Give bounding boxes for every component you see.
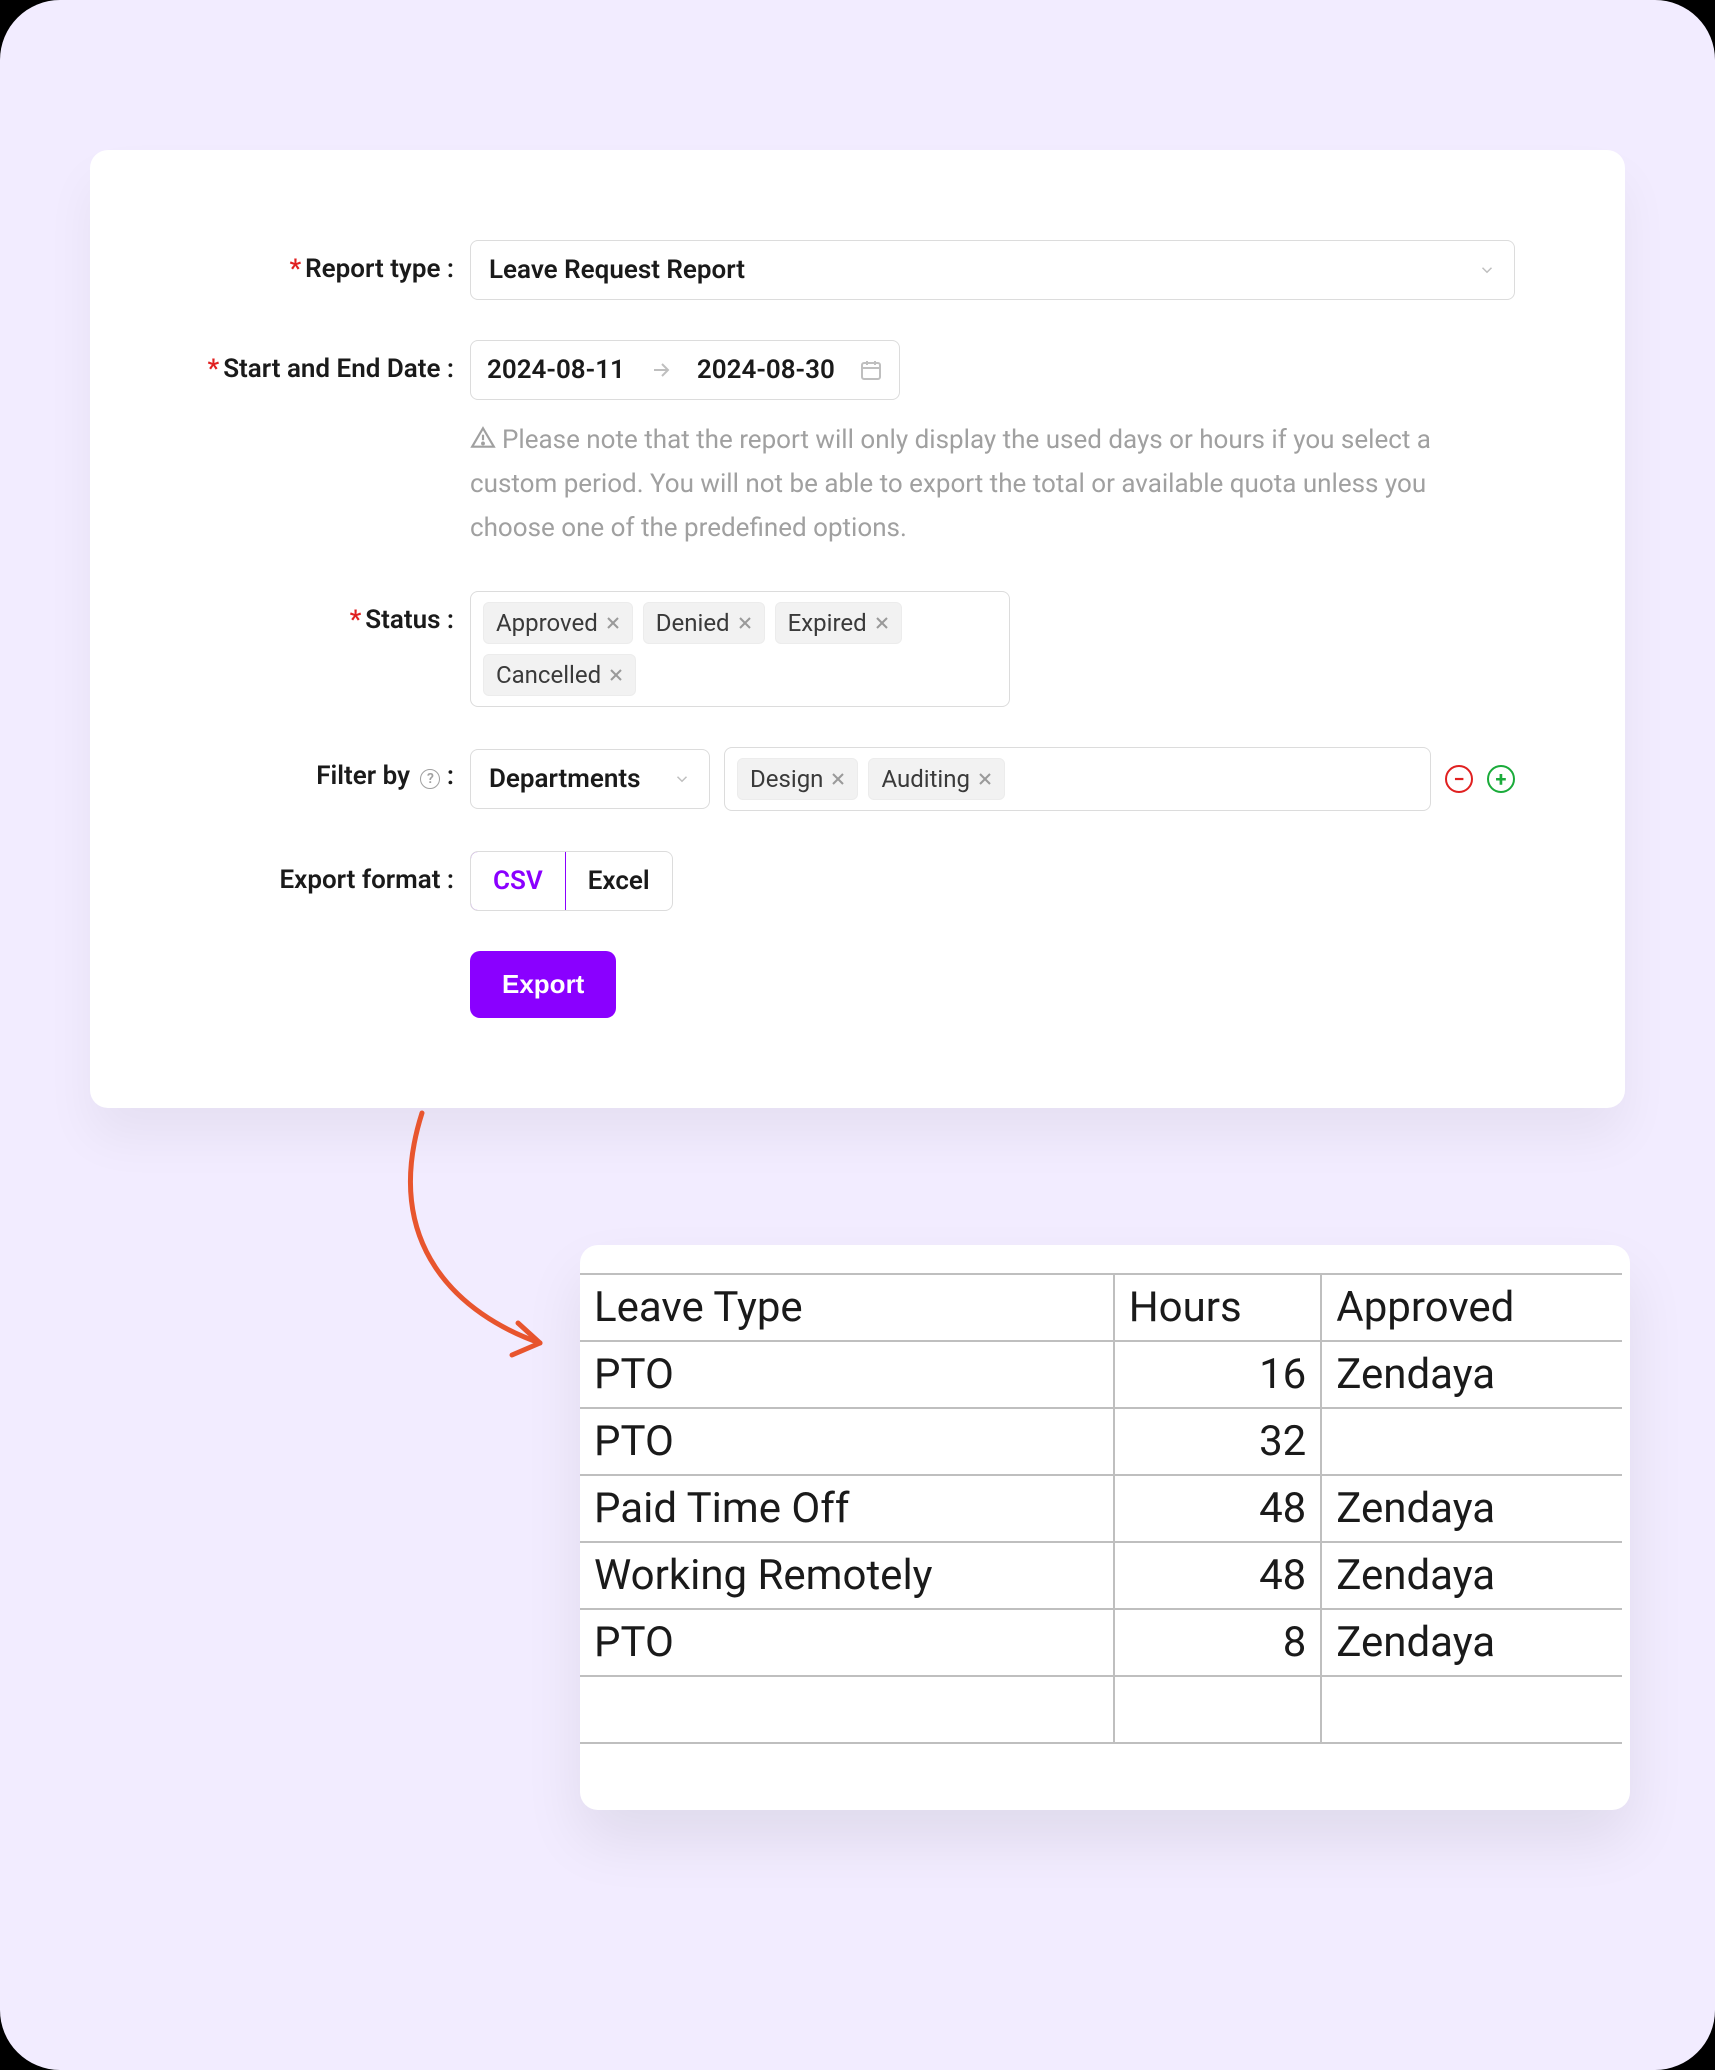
table-row: Paid Time Off48Zendaya (580, 1475, 1622, 1542)
table-cell: 8 (1114, 1609, 1322, 1676)
status-tag[interactable]: Cancelled (483, 654, 636, 696)
row-filter: Filter by ? : Departments Design Auditing… (140, 747, 1515, 811)
tag-label: Cancelled (496, 661, 601, 689)
date-range-picker[interactable]: 2024-08-11 2024-08-30 (470, 340, 900, 400)
chevron-down-icon (1478, 261, 1496, 279)
table-cell: Zendaya (1321, 1609, 1622, 1676)
table-cell: PTO (580, 1609, 1114, 1676)
table-header: Approved (1321, 1274, 1622, 1341)
start-date-value: 2024-08-11 (487, 355, 625, 385)
export-button[interactable]: Export (470, 951, 616, 1018)
tag-label: Expired (788, 609, 867, 637)
flow-arrow-icon (400, 1105, 560, 1365)
tag-label: Approved (496, 609, 598, 637)
label-export-format: Export format : (140, 851, 470, 895)
export-format-radio-group: CSVExcel (470, 851, 673, 911)
export-format-option[interactable]: CSV (470, 851, 566, 911)
remove-filter-button[interactable]: − (1445, 765, 1473, 793)
export-preview-table: Leave TypeHoursApprovedPTO16ZendayaPTO32… (580, 1273, 1622, 1744)
tag-label: Auditing (881, 765, 970, 793)
label-dates: *Start and End Date : (140, 340, 470, 384)
filter-tag[interactable]: Design (737, 758, 858, 800)
table-cell (580, 1676, 1114, 1743)
calendar-icon (859, 358, 883, 382)
table-cell: Zendaya (1321, 1475, 1622, 1542)
table-row: Working Remotely48Zendaya (580, 1542, 1622, 1609)
table-header: Leave Type (580, 1274, 1114, 1341)
close-icon[interactable] (609, 668, 623, 682)
table-row: PTO32 (580, 1408, 1622, 1475)
end-date-value: 2024-08-30 (697, 355, 835, 385)
status-tag[interactable]: Approved (483, 602, 633, 644)
table-row (580, 1676, 1622, 1743)
table-cell (1114, 1676, 1322, 1743)
tag-label: Denied (656, 609, 730, 637)
close-icon[interactable] (738, 616, 752, 630)
required-mark: * (289, 254, 301, 284)
table-cell: Zendaya (1321, 1542, 1622, 1609)
page-container: *Report type : Leave Request Report *Sta… (0, 0, 1715, 2070)
status-tag[interactable]: Denied (643, 602, 765, 644)
table-cell: 48 (1114, 1542, 1322, 1609)
table-cell: Working Remotely (580, 1542, 1114, 1609)
report-form-card: *Report type : Leave Request Report *Sta… (90, 150, 1625, 1108)
add-filter-button[interactable]: + (1487, 765, 1515, 793)
label-filter: Filter by ? : (140, 747, 470, 791)
close-icon[interactable] (606, 616, 620, 630)
table-cell: PTO (580, 1341, 1114, 1408)
table-cell: 16 (1114, 1341, 1322, 1408)
arrow-right-icon (649, 358, 673, 382)
help-icon[interactable]: ? (420, 769, 440, 789)
tag-label: Design (750, 765, 823, 793)
row-submit: Export (140, 951, 1515, 1018)
table-cell: Paid Time Off (580, 1475, 1114, 1542)
export-format-option[interactable]: Excel (566, 852, 672, 910)
required-mark: * (208, 354, 220, 384)
label-status: *Status : (140, 591, 470, 635)
table-cell (1321, 1676, 1622, 1743)
close-icon[interactable] (978, 772, 992, 786)
table-header: Hours (1114, 1274, 1322, 1341)
export-preview-card: Leave TypeHoursApprovedPTO16ZendayaPTO32… (580, 1245, 1630, 1810)
row-status: *Status : Approved Denied Expired Cancelled (140, 591, 1515, 707)
filter-tag[interactable]: Auditing (868, 758, 1005, 800)
table-cell: Zendaya (1321, 1341, 1622, 1408)
label-report-type: *Report type : (140, 240, 470, 284)
row-report-type: *Report type : Leave Request Report (140, 240, 1515, 300)
row-dates: *Start and End Date : 2024-08-11 2024-08… (140, 340, 1515, 551)
status-multiselect[interactable]: Approved Denied Expired Cancelled (470, 591, 1010, 707)
table-row: PTO8Zendaya (580, 1609, 1622, 1676)
report-type-select[interactable]: Leave Request Report (470, 240, 1515, 300)
table-cell: PTO (580, 1408, 1114, 1475)
chevron-down-icon (673, 770, 691, 788)
table-row: PTO16Zendaya (580, 1341, 1622, 1408)
row-export-format: Export format : CSVExcel (140, 851, 1515, 911)
filter-type-select[interactable]: Departments (470, 749, 710, 809)
status-tag[interactable]: Expired (775, 602, 902, 644)
table-cell (1321, 1408, 1622, 1475)
table-cell: 48 (1114, 1475, 1322, 1542)
date-warning-text: Please note that the report will only di… (470, 418, 1480, 551)
required-mark: * (350, 605, 362, 635)
warning-icon (470, 425, 496, 451)
filter-values-multiselect[interactable]: Design Auditing (724, 747, 1431, 811)
filter-type-value: Departments (489, 764, 640, 794)
close-icon[interactable] (831, 772, 845, 786)
close-icon[interactable] (875, 616, 889, 630)
report-type-value: Leave Request Report (489, 255, 745, 285)
table-cell: 32 (1114, 1408, 1322, 1475)
